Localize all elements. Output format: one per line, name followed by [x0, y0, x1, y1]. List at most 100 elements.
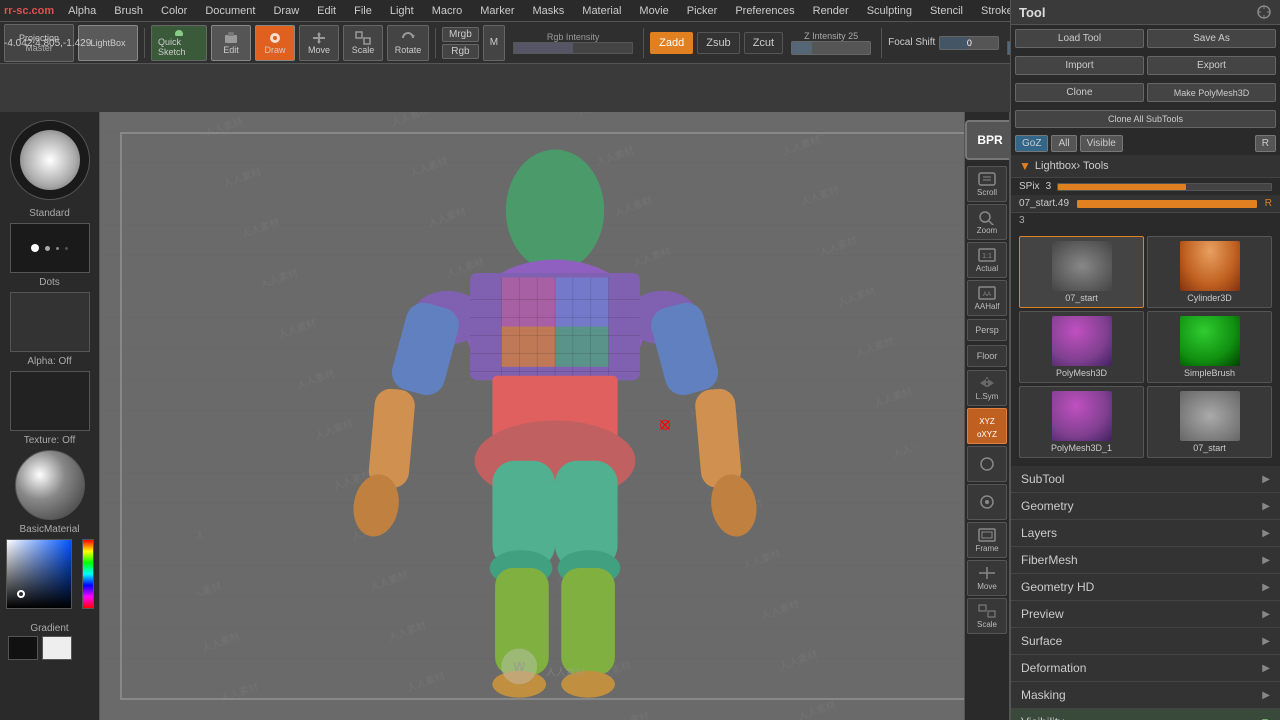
menu-render[interactable]: Render — [809, 3, 853, 19]
rgb-btn[interactable]: Rgb — [442, 44, 479, 59]
geometryhd-header[interactable]: Geometry HD ▶ — [1011, 574, 1280, 600]
frame-btn[interactable]: Frame — [967, 522, 1007, 558]
clone-all-row: Clone All SubTools — [1011, 106, 1280, 132]
goz-btn[interactable]: GoZ — [1015, 135, 1048, 152]
z-intensity-bar[interactable] — [791, 41, 871, 55]
masking-accordion[interactable]: Masking ▶ — [1011, 682, 1280, 709]
menu-file[interactable]: File — [350, 3, 376, 19]
swatch-white[interactable] — [42, 636, 72, 660]
xyz-btn[interactable]: XYZ oXYZ — [967, 408, 1007, 444]
brush-preview[interactable] — [10, 120, 90, 200]
lightbox-tools-header[interactable]: ▼ Lightbox› Tools — [1011, 155, 1280, 178]
clone-btn[interactable]: Clone — [1015, 83, 1144, 102]
masking-header[interactable]: Masking ▶ — [1011, 682, 1280, 708]
menu-masks[interactable]: Masks — [529, 3, 569, 19]
zcut-btn[interactable]: Zcut — [744, 32, 783, 54]
menu-brush[interactable]: Brush — [110, 3, 147, 19]
color-picker[interactable] — [6, 539, 94, 619]
scale-btn[interactable]: Scale — [343, 25, 383, 61]
m-btn[interactable]: M — [483, 25, 505, 61]
menu-alpha[interactable]: Alpha — [64, 3, 100, 19]
quick-sketch-btn[interactable]: Quick Sketch — [151, 25, 207, 61]
menu-macro[interactable]: Macro — [428, 3, 467, 19]
preview-accordion[interactable]: Preview ▶ — [1011, 601, 1280, 628]
edit-icon — [223, 31, 239, 45]
menu-stencil[interactable]: Stencil — [926, 3, 967, 19]
layers-header[interactable]: Layers ▶ — [1011, 520, 1280, 546]
zsub-btn[interactable]: Zsub — [697, 32, 739, 54]
main-canvas[interactable]: 人人素材 — [100, 112, 1010, 720]
menu-document[interactable]: Document — [201, 3, 259, 19]
spix-bar[interactable] — [1057, 183, 1272, 191]
subtool-item-polymesh[interactable]: PolyMesh3D — [1019, 311, 1144, 383]
geometry-accordion[interactable]: Geometry ▶ — [1011, 493, 1280, 520]
menu-sculpting[interactable]: Sculpting — [863, 3, 916, 19]
tool-settings-icon[interactable] — [1256, 4, 1272, 20]
menu-color[interactable]: Color — [157, 3, 191, 19]
focal-shift-bar[interactable]: 0 — [939, 36, 999, 50]
make-polymesh-btn[interactable]: Make PolyMesh3D — [1147, 83, 1276, 102]
lsym-btn[interactable]: L.Sym — [967, 370, 1007, 406]
visible-btn[interactable]: Visible — [1080, 135, 1123, 152]
aahalf-btn[interactable]: AA AAHalf — [967, 280, 1007, 316]
visibility-header[interactable]: Visibility ▼ — [1011, 709, 1280, 720]
rt-btn-circle1[interactable] — [967, 446, 1007, 482]
dots-preview[interactable] — [10, 223, 90, 273]
swatch-black[interactable] — [8, 636, 38, 660]
color-square[interactable] — [6, 539, 72, 609]
rt-move-icon — [977, 565, 997, 581]
deformation-header[interactable]: Deformation ▶ — [1011, 655, 1280, 681]
zadd-btn[interactable]: Zadd — [650, 32, 693, 54]
rt-btn-circle2[interactable] — [967, 484, 1007, 520]
subtool-header[interactable]: SubTool ▶ — [1011, 466, 1280, 492]
all-btn[interactable]: All — [1051, 135, 1076, 152]
menu-movie[interactable]: Movie — [635, 3, 672, 19]
texture-preview[interactable] — [10, 371, 90, 431]
move-btn[interactable]: Move — [299, 25, 339, 61]
intensity-slider[interactable] — [513, 42, 633, 54]
menu-preferences[interactable]: Preferences — [731, 3, 798, 19]
subtool-item-start2[interactable]: 07_start — [1147, 386, 1272, 458]
subtool-accordion[interactable]: SubTool ▶ — [1011, 466, 1280, 493]
draw-btn[interactable]: Draw — [255, 25, 295, 61]
mrgb-btn[interactable]: Mrgb — [442, 27, 479, 42]
edit-btn[interactable]: Edit — [211, 25, 251, 61]
menu-edit[interactable]: Edit — [313, 3, 340, 19]
geometryhd-accordion[interactable]: Geometry HD ▶ — [1011, 574, 1280, 601]
subtool-item-simplebrush[interactable]: SimpleBrush — [1147, 311, 1272, 383]
preview-header[interactable]: Preview ▶ — [1011, 601, 1280, 627]
floor-btn[interactable]: Floor — [967, 345, 1007, 367]
load-tool-btn[interactable]: Load Tool — [1015, 29, 1144, 48]
alpha-preview[interactable] — [10, 292, 90, 352]
menu-material[interactable]: Material — [578, 3, 625, 19]
save-as-btn[interactable]: Save As — [1147, 29, 1276, 48]
persp-btn[interactable]: Persp — [967, 319, 1007, 341]
material-preview[interactable] — [15, 450, 85, 520]
rotate-btn[interactable]: Rotate — [387, 25, 429, 61]
menu-draw[interactable]: Draw — [269, 3, 303, 19]
surface-accordion[interactable]: Surface ▶ — [1011, 628, 1280, 655]
r-btn[interactable]: R — [1255, 135, 1276, 152]
clone-all-btn[interactable]: Clone All SubTools — [1015, 110, 1276, 128]
deformation-accordion[interactable]: Deformation ▶ — [1011, 655, 1280, 682]
zoom-btn[interactable]: Zoom — [967, 204, 1007, 240]
rt-move-btn[interactable]: Move — [967, 560, 1007, 596]
bpr-button[interactable]: BPR — [965, 120, 1010, 160]
subtool-item-polymesh1[interactable]: PolyMesh3D_1 — [1019, 386, 1144, 458]
import-btn[interactable]: Import — [1015, 56, 1144, 75]
surface-header[interactable]: Surface ▶ — [1011, 628, 1280, 654]
actual-btn[interactable]: 1:1 Actual — [967, 242, 1007, 278]
menu-light[interactable]: Light — [386, 3, 418, 19]
scroll-btn[interactable]: Scroll — [967, 166, 1007, 202]
subtool-item-cylinder[interactable]: Cylinder3D — [1147, 236, 1272, 308]
menu-picker[interactable]: Picker — [683, 3, 722, 19]
subtool-item-start1[interactable]: 07_start — [1019, 236, 1144, 308]
color-hue-bar[interactable] — [82, 539, 94, 609]
menu-marker[interactable]: Marker — [476, 3, 518, 19]
fibermesh-accordion[interactable]: FiberMesh ▶ — [1011, 547, 1280, 574]
rt-scale-btn[interactable]: Scale — [967, 598, 1007, 634]
layers-accordion[interactable]: Layers ▶ — [1011, 520, 1280, 547]
export-btn[interactable]: Export — [1147, 56, 1276, 75]
fibermesh-header[interactable]: FiberMesh ▶ — [1011, 547, 1280, 573]
geometry-header[interactable]: Geometry ▶ — [1011, 493, 1280, 519]
